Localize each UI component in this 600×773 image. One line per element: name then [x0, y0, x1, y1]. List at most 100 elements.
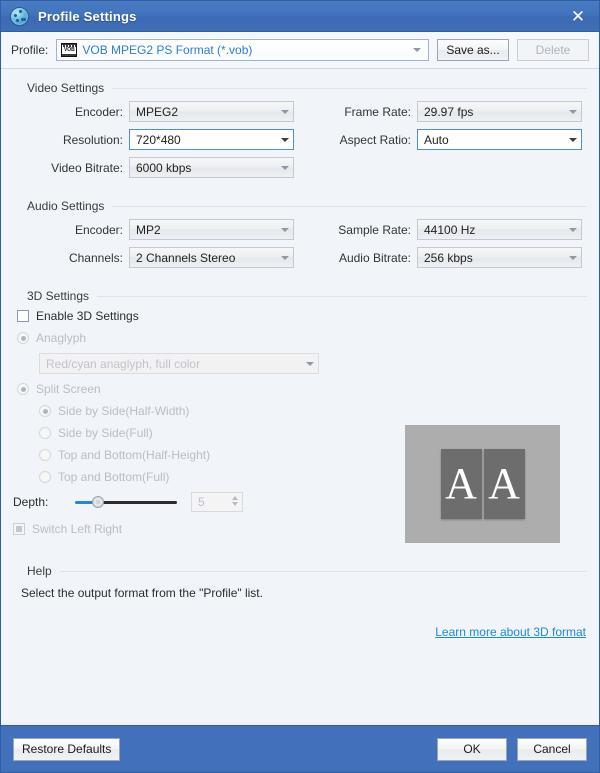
profile-value: VOB MPEG2 PS Format (*.vob)	[82, 43, 253, 57]
video-row-1: Encoder: MPEG2 Frame Rate: 29.97 fps	[13, 101, 587, 122]
side-by-side-full-label: Side by Side(Full)	[58, 426, 153, 440]
vob-file-icon	[61, 43, 78, 57]
channels-label: Channels:	[68, 250, 123, 265]
settings-body: Video Settings Encoder: MPEG2 Frame Rate…	[1, 69, 599, 725]
audio-encoder-select[interactable]: MP2	[129, 219, 294, 240]
stepper-buttons	[232, 496, 238, 506]
close-icon[interactable]: ✕	[565, 4, 591, 28]
frame-rate-select[interactable]: 29.97 fps	[417, 101, 582, 122]
profile-settings-dialog: Profile Settings ✕ Profile: VOB MPEG2 PS…	[0, 0, 600, 773]
anaglyph-select-row: Red/cyan anaglyph, full color	[13, 353, 587, 374]
footer-actions: OK Cancel	[437, 737, 587, 761]
chevron-down-icon	[281, 137, 289, 142]
chevron-down-icon	[413, 48, 421, 52]
video-encoder-value: MPEG2	[136, 104, 179, 119]
depth-stepper: 5	[191, 492, 243, 512]
chevron-down-icon	[569, 255, 577, 260]
save-as-button[interactable]: Save as...	[437, 39, 509, 61]
profile-bar: Profile: VOB MPEG2 PS Format (*.vob) Sav…	[1, 32, 599, 69]
top-bottom-full-radio	[39, 471, 51, 483]
resolution-label: Resolution:	[62, 132, 123, 147]
ok-button[interactable]: OK	[437, 737, 507, 761]
video-bitrate-value: 6000 kbps	[136, 160, 192, 175]
chevron-down-icon	[569, 137, 577, 142]
video-bitrate-select[interactable]: 6000 kbps	[129, 157, 294, 178]
aspect-ratio-value: Auto	[424, 132, 449, 147]
help-group: Help Select the output format from the "…	[13, 564, 587, 600]
channels-select[interactable]: 2 Channels Stereo	[129, 247, 294, 268]
enable-3d-checkbox[interactable]	[17, 310, 29, 322]
preview-panel-left: A	[440, 449, 482, 519]
help-header: Help	[13, 564, 587, 578]
switch-left-right-checkbox	[13, 523, 25, 535]
stepper-down-icon	[232, 502, 238, 506]
slider-handle[interactable]	[92, 496, 104, 508]
encoder-label: Encoder:	[74, 104, 123, 119]
stepper-up-icon	[232, 496, 238, 500]
footer-bar: Restore Defaults OK Cancel	[1, 725, 599, 772]
split-screen-radio-row: Split Screen	[13, 382, 587, 396]
video-settings-title: Video Settings	[27, 81, 105, 95]
switch-left-right-label: Switch Left Right	[32, 522, 123, 536]
top-bottom-full-label: Top and Bottom(Full)	[58, 470, 170, 484]
chevron-down-icon	[281, 255, 289, 260]
three-d-settings-title: 3D Settings	[27, 289, 90, 303]
app-globe-icon	[10, 6, 29, 26]
restore-defaults-button[interactable]: Restore Defaults	[13, 737, 121, 761]
title-bar: Profile Settings ✕	[1, 1, 599, 32]
depth-label: Depth:	[13, 495, 49, 509]
audio-row-1: Encoder: MP2 Sample Rate: 44100 Hz	[13, 219, 587, 240]
learn-more-3d-link[interactable]: Learn more about 3D format	[435, 625, 586, 639]
frame-rate-value: 29.97 fps	[424, 104, 474, 119]
frame-rate-label: Frame Rate:	[344, 104, 411, 119]
chevron-down-icon	[281, 165, 289, 170]
video-row-3: Video Bitrate: 6000 kbps	[13, 157, 587, 178]
top-bottom-half-label: Top and Bottom(Half-Height)	[58, 448, 211, 462]
aspect-ratio-select[interactable]: Auto	[417, 129, 582, 150]
side-by-side-half-radio	[39, 405, 51, 417]
page-title: Profile Settings	[38, 8, 137, 24]
video-settings-header: Video Settings	[13, 81, 587, 95]
enable-3d-checkbox-row[interactable]: Enable 3D Settings	[13, 309, 587, 323]
preview-panel-right: A	[483, 449, 525, 519]
audio-settings-group: Audio Settings Encoder: MP2 Sample Rate:…	[13, 199, 587, 277]
anaglyph-radio-row: Anaglyph	[13, 331, 587, 345]
chevron-down-icon	[569, 227, 577, 232]
group-divider	[59, 570, 587, 572]
audio-encoder-label: Encoder:	[74, 222, 123, 237]
chevron-down-icon	[306, 361, 314, 366]
delete-button: Delete	[517, 39, 589, 61]
anaglyph-radio	[17, 332, 29, 344]
three-d-preview: A A	[405, 425, 560, 543]
audio-bitrate-label: Audio Bitrate:	[338, 250, 411, 265]
side-by-side-full-radio	[39, 427, 51, 439]
help-title: Help	[27, 564, 52, 578]
sample-rate-label: Sample Rate:	[338, 222, 411, 237]
cancel-button[interactable]: Cancel	[517, 737, 587, 761]
help-text: Select the output format from the "Profi…	[21, 586, 263, 600]
audio-bitrate-select[interactable]: 256 kbps	[417, 247, 582, 268]
slider-track	[99, 501, 177, 504]
anaglyph-select: Red/cyan anaglyph, full color	[39, 353, 319, 374]
video-bitrate-label: Video Bitrate:	[51, 160, 123, 175]
profile-select[interactable]: VOB MPEG2 PS Format (*.vob)	[56, 39, 429, 61]
audio-settings-title: Audio Settings	[27, 199, 105, 213]
split-option-row: Side by Side(Half-Width)	[13, 404, 587, 418]
sample-rate-select[interactable]: 44100 Hz	[417, 219, 582, 240]
audio-encoder-value: MP2	[136, 222, 161, 237]
video-row-2: Resolution: 720*480 Aspect Ratio: Auto	[13, 129, 587, 150]
anaglyph-value: Red/cyan anaglyph, full color	[46, 356, 201, 371]
anaglyph-label: Anaglyph	[36, 331, 87, 345]
split-screen-radio	[17, 383, 29, 395]
resolution-select[interactable]: 720*480	[129, 129, 294, 150]
group-divider	[97, 295, 587, 297]
chevron-down-icon	[281, 109, 289, 114]
group-divider	[112, 205, 587, 207]
depth-value: 5	[198, 495, 205, 509]
depth-slider[interactable]	[75, 494, 177, 510]
video-encoder-select[interactable]: MPEG2	[129, 101, 294, 122]
group-divider	[112, 87, 587, 89]
sample-rate-value: 44100 Hz	[424, 222, 476, 237]
chevron-down-icon	[281, 227, 289, 232]
audio-bitrate-value: 256 kbps	[424, 250, 473, 265]
